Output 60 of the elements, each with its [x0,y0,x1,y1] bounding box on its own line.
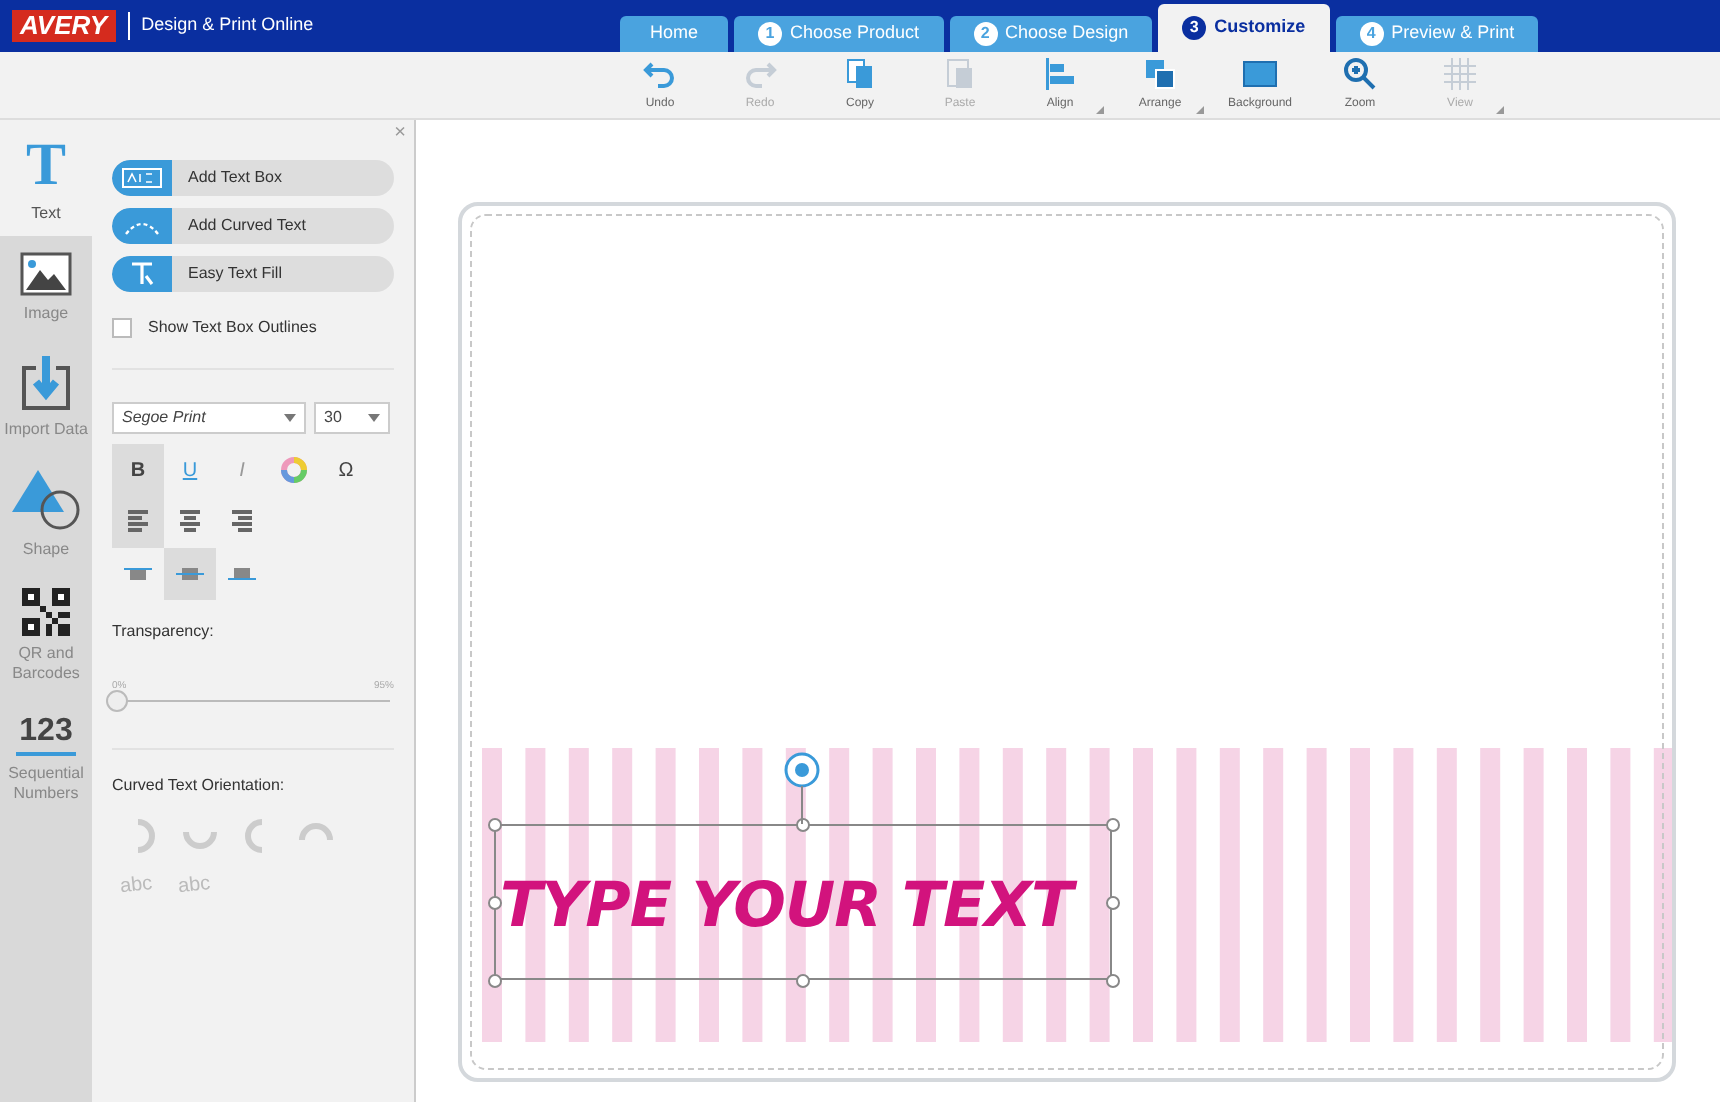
caret-icon [368,414,380,422]
logo: AVERY [12,9,116,43]
style-button[interactable]: B [112,444,164,496]
curved-orientation-label: Curved Text Orientation: [112,773,287,797]
action-button[interactable]: Add Text Box [112,160,394,196]
import-icon [20,352,72,412]
align-icon [1042,56,1078,92]
style-button[interactable]: I [216,444,268,496]
action-button[interactable]: Easy Text Fill [112,256,394,292]
caret-icon [284,414,296,422]
text-box-frame[interactable] [494,824,1112,980]
sidebar-item[interactable]: Image [0,236,92,336]
sidebar-item[interactable]: QR and Barcodes [0,572,92,696]
align-center-icon [176,510,204,534]
copy-icon [842,56,878,92]
align-button[interactable] [112,496,164,548]
color-wheel-icon [280,456,308,484]
size-dropdown[interactable]: 30 [314,402,390,434]
tab[interactable]: 1 Choose Product [734,16,944,52]
step-number: 3 [1182,16,1207,40]
paste-icon [942,56,978,92]
arrange-icon [1142,56,1178,92]
slider-thumb[interactable] [106,689,128,711]
font-dropdown[interactable]: Segoe Print [112,402,306,434]
qr-code-icon [22,588,70,636]
valign-button[interactable] [164,548,216,600]
transparency-label: Transparency: [112,620,216,644]
checkbox-label: Show Text Box Outlines [148,316,317,340]
align-left-icon [124,510,152,534]
style-button[interactable]: Ω [320,444,372,496]
tab[interactable]: 4 Preview & Print [1335,16,1539,52]
valign-top-icon [122,568,154,580]
tab[interactable]: Home [620,16,728,52]
valign-middle-icon [174,568,206,580]
canvas-text[interactable]: TYPE YOUR TEXT [500,860,1073,953]
step-number: 2 [973,22,998,46]
text-box-icon [122,168,162,188]
action-button[interactable]: Add Curved Text [112,208,394,244]
step-number: 4 [1359,22,1384,46]
background-icon [1242,56,1278,92]
sidebar-item[interactable]: T Text [0,120,92,236]
step-number: 1 [758,22,782,46]
sidebar-item[interactable]: 123 Sequential Numbers [0,696,92,816]
grid-icon [1442,56,1478,92]
zoom-icon [1342,56,1378,92]
valign-bottom-icon [226,568,258,580]
product-name: Design & Print Online [127,12,314,40]
sidebar-item[interactable]: Shape [0,452,92,572]
align-right-icon [228,510,256,534]
rotate-handle-icon[interactable] [782,750,822,824]
style-button[interactable]: U [164,444,216,496]
tab[interactable]: 3 Customize [1158,4,1330,52]
close-button[interactable]: × [394,124,406,144]
checkbox[interactable] [112,318,132,338]
text-icon: T [25,136,66,196]
tab[interactable]: 2 Choose Design [949,16,1153,52]
image-icon [20,252,72,296]
sidebar-item[interactable]: Import Data [0,336,92,452]
shape-icon [10,468,82,532]
text-fill-icon [128,260,156,288]
